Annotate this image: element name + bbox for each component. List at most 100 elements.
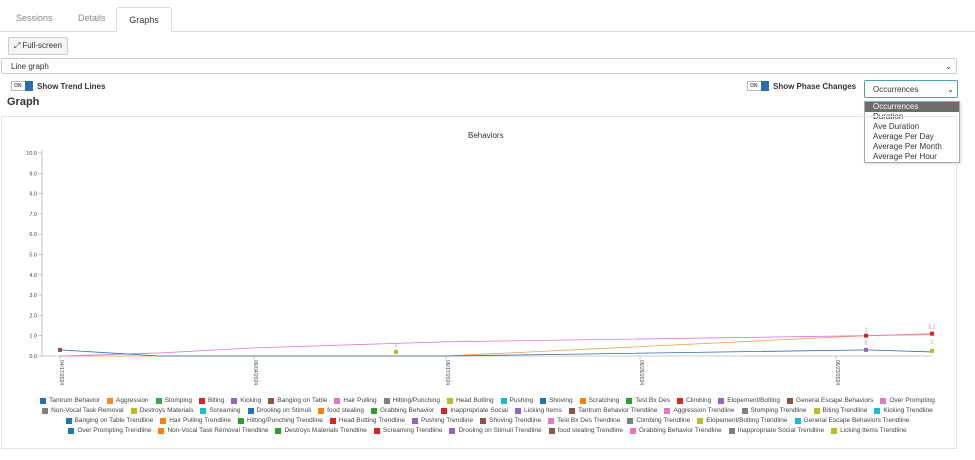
legend-item[interactable]: Over Prompting Trendline [68,426,151,435]
legend-item[interactable]: Grabbing Behavior [370,406,434,415]
chart-legend: Tantrum Behavior Aggression Stomping Biting… [30,396,945,435]
legend-item[interactable]: Tantrum Behavior [40,396,100,405]
legend-swatch [329,417,336,424]
legend-item[interactable]: Scratching [579,396,619,405]
legend-item[interactable]: food stealing Trendline [548,426,623,435]
legend-item[interactable]: Kicking [231,396,261,405]
data-point [394,349,398,354]
legend-label: Test Bx Des Trendline [557,417,621,424]
legend-label: Pushing Trendline [421,417,474,424]
legend-swatch [238,417,245,424]
legend-swatch [568,407,575,414]
y-tick-label: 1.0 [29,334,37,340]
legend-label: Kicking [240,397,262,404]
y-tick-label: 3.0 [29,293,37,299]
legend-item[interactable]: Screaming [200,406,241,415]
legend-swatch [718,397,725,404]
data-label: 1 [931,340,934,346]
legend-item[interactable]: Elopement/Bolting Trendline [697,416,788,425]
legend-swatch [579,397,586,404]
legend-item[interactable]: Inappropriate Social Trendline [728,426,824,435]
legend-label: Climbing [685,397,712,404]
legend-item[interactable]: Test Bx Des [626,396,670,405]
legend-item[interactable]: Pushing Trendline [412,416,473,425]
legend-item[interactable]: Aggression Trendline [664,406,735,415]
legend-item[interactable]: Biting Trendline [813,406,868,415]
y-tick-label: 7.0 [29,212,37,218]
legend-swatch [787,397,794,404]
legend-item[interactable]: Screaming Trendline [373,426,443,435]
legend-item[interactable]: Banging on Table Trendline [65,416,154,425]
legend-swatch [449,427,456,434]
legend-label: Kicking Trendline [883,407,933,414]
legend-item[interactable]: Inappropriate Social [441,406,508,415]
legend-item[interactable]: Test Bx Des Trendline [548,416,620,425]
legend-label: Hitting/Punching Trendline [247,417,323,424]
legend-label: Aggression Trendline [673,407,735,414]
legend-item[interactable]: Climbing [676,396,712,405]
legend-swatch [831,427,838,434]
legend-item[interactable]: Hitting/Punching Trendline [238,416,323,425]
legend-item[interactable]: Licking Items [515,406,562,415]
legend-item[interactable]: Stomping Trendline [741,406,807,415]
data-point [864,347,868,352]
data-point [864,333,868,338]
legend-item[interactable]: food stealing [318,406,364,415]
legend-item[interactable]: Aggression [107,396,149,405]
legend-swatch [548,417,555,424]
legend-item[interactable]: General Escape Behaviors [787,396,873,405]
legend-item[interactable]: Elopement/Bolting [718,396,780,405]
legend-label: General Escape Behaviors [796,397,874,404]
legend-swatch [268,397,275,404]
x-tick-label: 06/04/2024 [252,360,258,385]
legend-swatch [794,417,801,424]
x-tick-label: 06/17/2024 [444,360,450,385]
legend-label: Non-Vocal Task Removal Trendline [167,427,269,434]
legend-item[interactable]: General Escape Behaviors Trendline [794,416,909,425]
legend-label: Banging on Table Trendline [74,417,154,424]
y-tick-label: 9.0 [29,171,37,177]
legend-item[interactable]: Hair Pulling Trendline [160,416,231,425]
legend-item[interactable]: Over Prompting [880,396,935,405]
data-point [930,331,934,336]
legend-item[interactable]: Grabbing Behavior Trendline [630,426,722,435]
legend-item[interactable]: Non-Vocal Task Removal [42,406,124,415]
legend-item[interactable]: Tantrum Behavior Trendline [568,406,657,415]
legend-item[interactable]: Hair Pulling [334,396,377,405]
legend-item[interactable]: Banging on Table [268,396,327,405]
legend-item[interactable]: Drooling on Stimuli [247,406,311,415]
legend-item[interactable]: Climbing Trendline [627,416,690,425]
legend-label: Stomping [164,397,193,404]
legend-label: Biting Trendline [822,407,868,414]
legend-item[interactable]: Stomping [155,396,193,405]
legend-label: Banging on Table [277,397,328,404]
legend-label: Shoving [549,397,573,404]
legend-label: Screaming [209,407,241,414]
legend-label: Pushing [509,397,534,404]
legend-item[interactable]: Licking Items Trendline [831,426,907,435]
legend-item[interactable]: Shoving Trendline [480,416,541,425]
legend-item[interactable]: Non-Vocal Task Removal Trendline [158,426,268,435]
legend-item[interactable]: Pushing [500,396,534,405]
legend-item[interactable]: Head Butting [446,396,494,405]
legend-item[interactable]: Hitting/Punching [383,396,440,405]
legend-swatch [664,407,671,414]
legend-item[interactable]: Biting [199,396,224,405]
legend-swatch [247,407,254,414]
legend-item[interactable]: Head Butting Trendline [329,416,405,425]
legend-item[interactable]: Destroys Materials [130,406,193,415]
legend-item[interactable]: Drooling on Stimuli Trendline [449,426,542,435]
legend-swatch [880,397,887,404]
legend-swatch [515,407,522,414]
legend-swatch [441,407,448,414]
legend-item[interactable]: Destroys Materials Trendline [275,426,367,435]
y-tick-label: 6.0 [29,232,37,238]
series-line [59,333,933,357]
x-tick-label: 04/17/2024 [58,360,64,385]
legend-item[interactable]: Kicking Trendline [874,406,933,415]
legend-item[interactable]: Shoving [540,396,573,405]
legend-label: Aggression [116,397,149,404]
legend-label: Screaming Trendline [382,427,443,434]
legend-swatch [158,427,165,434]
y-tick-label: 10.0 [26,151,37,157]
